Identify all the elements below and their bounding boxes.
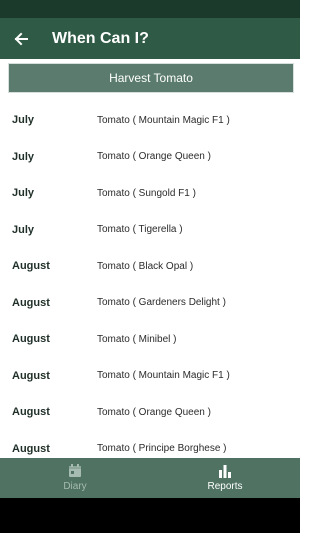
list-item[interactable]: August Tomato ( Principe Borghese ) (0, 431, 300, 459)
plant-label: Tomato ( Mountain Magic F1 ) (97, 370, 230, 382)
status-bar (0, 0, 300, 18)
tab-reports-label: Reports (207, 481, 243, 492)
list-item[interactable]: July Tomato ( Orange Queen ) (0, 139, 300, 176)
plant-label: Tomato ( Principe Borghese ) (97, 443, 227, 455)
calendar-icon (69, 464, 81, 477)
month-label: July (12, 223, 35, 236)
tab-reports[interactable]: Reports (150, 458, 300, 498)
plant-label: Tomato ( Mountain Magic F1 ) (97, 114, 230, 126)
plant-label: Tomato ( Minibel ) (97, 333, 177, 345)
month-label: August (12, 296, 50, 309)
month-label: July (12, 187, 35, 200)
list-item[interactable]: August Tomato ( Orange Queen ) (0, 394, 300, 431)
plant-label: Tomato ( Tigerella ) (97, 224, 183, 236)
plant-label: Tomato ( Gardeners Delight ) (97, 297, 226, 309)
harvest-tomato-button[interactable]: Harvest Tomato (8, 63, 294, 93)
list-item[interactable]: August Tomato ( Mountain Magic F1 ) (0, 358, 300, 395)
plant-label: Tomato ( Black Opal ) (97, 260, 194, 272)
bar-chart-icon (219, 465, 231, 478)
plant-label: Tomato ( Orange Queen ) (97, 151, 211, 163)
arrow-left-icon (14, 32, 28, 45)
system-nav-bar (0, 498, 300, 533)
list-item[interactable]: August Tomato ( Minibel ) (0, 321, 300, 358)
month-label: August (12, 442, 50, 455)
app-bar: When Can I? (0, 18, 300, 59)
harvest-list: July Tomato ( Mountain Magic F1 ) July T… (0, 102, 300, 458)
plant-label: Tomato ( Sungold F1 ) (97, 187, 196, 199)
month-label: August (12, 369, 50, 382)
page-title: When Can I? (52, 29, 149, 47)
month-label: July (12, 150, 35, 163)
month-label: July (12, 114, 35, 127)
bottom-tab-bar: Diary Reports (0, 458, 300, 498)
list-item[interactable]: July Tomato ( Tigerella ) (0, 212, 300, 249)
month-label: August (12, 260, 50, 273)
tab-diary[interactable]: Diary (0, 458, 150, 498)
list-item[interactable]: August Tomato ( Gardeners Delight ) (0, 285, 300, 322)
list-item[interactable]: July Tomato ( Sungold F1 ) (0, 175, 300, 212)
list-item[interactable]: August Tomato ( Black Opal ) (0, 248, 300, 285)
month-label: August (12, 406, 50, 419)
plant-label: Tomato ( Orange Queen ) (97, 406, 211, 418)
back-button[interactable] (2, 31, 40, 47)
tab-diary-label: Diary (63, 481, 87, 492)
month-label: August (12, 333, 50, 346)
list-item[interactable]: July Tomato ( Mountain Magic F1 ) (0, 102, 300, 139)
